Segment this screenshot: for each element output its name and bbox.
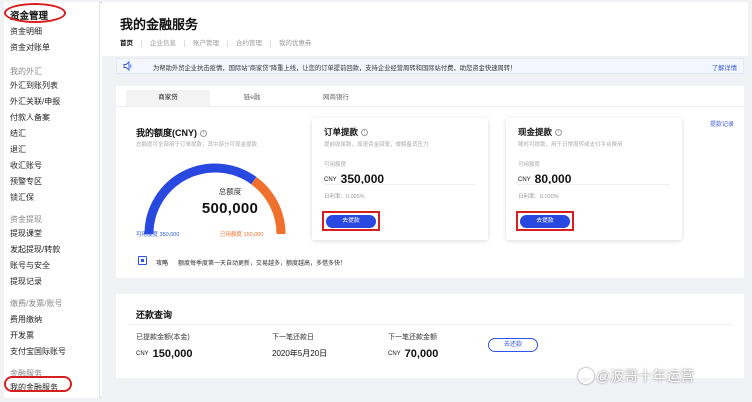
page-header: 我的金融服务 首页 企业信息 账户管理 合约管理 我的优惠券 (102, 2, 748, 56)
gauge-total-value: 500,000 (201, 200, 259, 217)
divider (324, 184, 476, 185)
next-amount-block: 下一笔还款金额 CNY 70,000 (388, 332, 438, 360)
gauge-used-text: 已用额度 150,000 (220, 232, 264, 238)
next-date-value: 2020年5月20日 (272, 349, 328, 358)
next-amount-value: 70,000 (404, 348, 439, 360)
cash-loan-available-label: 可用额度 (518, 162, 541, 168)
sidebar-item[interactable]: 提现课堂 (10, 228, 42, 239)
sidebar-item[interactable]: 结汇 (10, 128, 26, 139)
next-amount: CNY 70,000 (388, 348, 438, 360)
sidebar-item[interactable]: 退汇 (10, 144, 26, 155)
strategy-label: 攻略 (156, 261, 169, 267)
quota-subtitle: 总额度可全部用于订单提款，其中部分可现金提款 (136, 142, 258, 148)
speaker-icon (123, 61, 132, 71)
cash-loan-desc: 随时可提款，用于日常周转或支付平台费用 (518, 142, 623, 148)
cash-loan-card: 现金提款 i 随时可提款，用于日常周转或支付平台费用 可用额度 CNY 80,000… (506, 118, 682, 240)
loan-card: 商家贷 链e融 网商银行 提款记录 我的额度(CNY) i 总额度可全部用于订单提… (116, 86, 744, 278)
gauge-total-label: 总额度 (218, 187, 242, 196)
strategy-icon (138, 256, 147, 265)
info-icon[interactable]: i (200, 130, 207, 138)
sidebar-item[interactable]: 支付宝国际账号 (10, 346, 66, 357)
withdraw-records-link[interactable]: 提款记录 (710, 119, 734, 128)
next-date-label: 下一笔还款日 (272, 334, 314, 341)
sidebar-item[interactable]: 预警专区 (10, 176, 42, 187)
next-date-block: 下一笔还款日 2020年5月20日 (272, 332, 327, 359)
gauge-available-text: 可用额度 350,000 (136, 232, 180, 238)
next-amount-label: 下一笔还款金额 (388, 334, 437, 341)
paid-amount-value: 150,000 (152, 348, 193, 360)
sidebar-active-highlight (4, 376, 72, 392)
tabs-divider (116, 106, 744, 107)
sidebar-item[interactable]: 发起提现/转款 (10, 244, 60, 255)
strategy-text: 额度每季度第一天自动更新，交易越多，额度越高，多借多快！ (178, 261, 347, 267)
sidebar-item[interactable]: 收汇账号 (10, 160, 42, 171)
order-loan-button-highlight (322, 211, 380, 231)
sidebar-item[interactable]: 费用缴纳 (10, 314, 42, 325)
cash-loan-title-text: 现金提款 (518, 127, 553, 137)
currency-label: CNY (324, 176, 337, 183)
sidebar: 资金管理 资金明细 资金对账单 我的外汇 外汇到账列表 外汇关联/申报 付款人备案 结汇 退汇… (4, 2, 100, 398)
currency-label: CNY (388, 351, 401, 358)
main-content: 我的金融服务 首页 企业信息 账户管理 合约管理 我的优惠券 为帮助外贸企业抗击… (102, 2, 748, 398)
watermark-logo-icon (578, 368, 594, 384)
paid-amount-block: 已提款金额(本金) CNY 150,000 (136, 332, 192, 360)
quota-gauge (144, 163, 286, 235)
notice-bar: 为帮助外贸企业抗击疫情，国际站"商家贷"降重上线，让您的订单提前回款，支持企业经… (116, 58, 744, 74)
header-tabs: 首页 企业信息 账户管理 合约管理 我的优惠券 (120, 40, 320, 47)
tab-my-coupons[interactable]: 我的优惠券 (270, 40, 320, 47)
order-loan-title: 订单提款 i (324, 126, 369, 138)
sidebar-group-label: 资金提现 (10, 215, 42, 224)
watermark: @波哥十年运营 (596, 368, 695, 384)
order-loan-available-label: 可用额度 (324, 162, 347, 168)
cash-loan-rate: 日利率：0.030% (518, 194, 559, 200)
sidebar-item[interactable]: 开发票 (10, 330, 34, 341)
order-loan-rate: 日利率：0.025% (324, 194, 365, 200)
sidebar-item[interactable]: 资金明细 (10, 26, 42, 37)
currency-label: CNY (518, 176, 531, 183)
quota-title-text: 我的额度(CNY) (136, 128, 197, 138)
tab-contract-management[interactable]: 合约管理 (227, 40, 270, 47)
notice-learn-more-link[interactable]: 了解详情 (712, 63, 737, 72)
sidebar-item[interactable]: 资金对账单 (10, 42, 50, 53)
order-loan-card: 订单提款 i 提前收尾款，加速资金回笼，缓解备货压力 可用额度 CNY 350,00… (312, 118, 488, 240)
info-icon[interactable]: i (361, 129, 369, 137)
paid-amount-label: 已提款金额(本金) (136, 334, 190, 341)
sidebar-item[interactable]: 外汇关联/申报 (10, 96, 60, 107)
sidebar-group-label: 缴费/发票/账号 (10, 299, 63, 308)
tab-account-management[interactable]: 账户管理 (184, 40, 227, 47)
order-loan-desc: 提前收尾款，加速资金回笼，缓解备货压力 (324, 142, 429, 148)
page-title: 我的金融服务 (120, 17, 199, 32)
divider (518, 184, 670, 185)
cash-loan-title: 现金提款 i (518, 126, 563, 138)
sidebar-title-highlight (4, 3, 66, 23)
tab-home[interactable]: 首页 (120, 40, 141, 47)
sidebar-item[interactable]: 锁汇保 (10, 192, 34, 203)
currency-label: CNY (136, 351, 149, 358)
quota-title: 我的额度(CNY) i (136, 126, 207, 139)
tab-company-info[interactable]: 企业信息 (141, 40, 184, 47)
product-tabs: 商家贷 链e融 网商银行 (126, 90, 378, 106)
repayment-title: 还款查询 (136, 310, 173, 320)
notice-text: 为帮助外贸企业抗击疫情，国际站"商家贷"降重上线，让您的订单提前回款，支持企业经… (153, 65, 517, 72)
repay-button[interactable]: 去还款 (488, 338, 538, 352)
tab-mybank[interactable]: 网商银行 (294, 90, 378, 106)
sidebar-item[interactable]: 提现记录 (10, 276, 42, 287)
cash-loan-button-highlight (516, 211, 574, 231)
order-loan-title-text: 订单提款 (324, 127, 359, 137)
divider (128, 324, 732, 325)
sidebar-group-label: 我的外汇 (10, 67, 42, 76)
tab-chain-e-finance[interactable]: 链e融 (210, 90, 294, 106)
info-icon[interactable]: i (555, 129, 563, 137)
sidebar-item[interactable]: 账号与安全 (10, 260, 50, 271)
sidebar-item[interactable]: 外汇到账列表 (10, 80, 58, 91)
sidebar-item[interactable]: 付款人备案 (10, 112, 50, 123)
paid-amount: CNY 150,000 (136, 348, 192, 360)
tab-merchant-loan[interactable]: 商家贷 (126, 90, 210, 106)
